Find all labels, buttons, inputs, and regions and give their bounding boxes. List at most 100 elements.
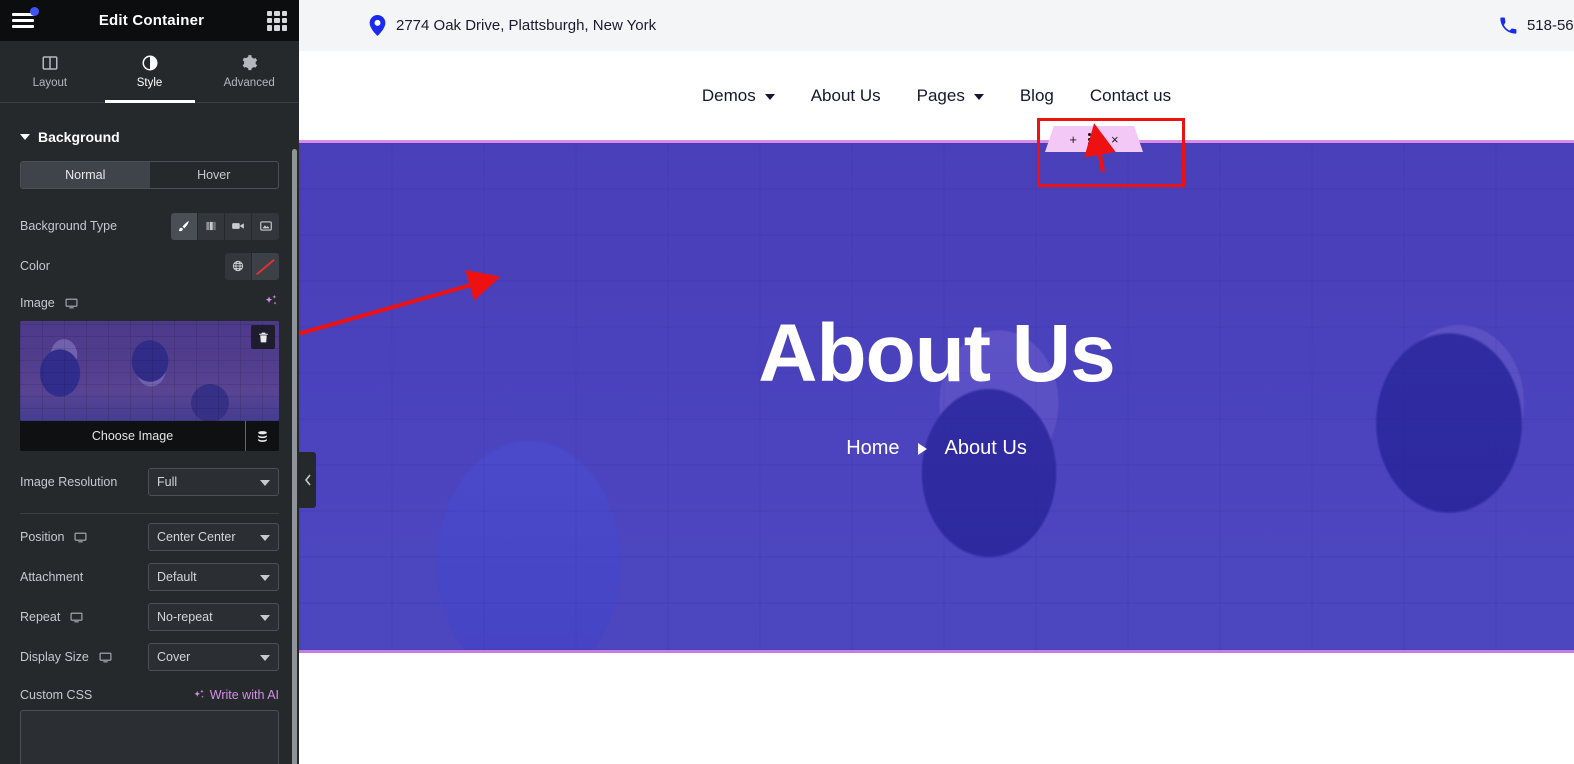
position-label-wrap: Position xyxy=(20,530,87,544)
divider xyxy=(20,513,279,514)
tab-advanced-label: Advanced xyxy=(223,77,275,89)
breadcrumb: Home About Us xyxy=(846,437,1027,460)
brush-icon xyxy=(178,221,189,232)
style-contrast-icon xyxy=(142,55,157,71)
ai-sparkle-icon[interactable] xyxy=(263,293,279,314)
image-resolution-row: Image Resolution Full xyxy=(20,465,279,499)
display-size-label: Display Size xyxy=(20,650,89,664)
background-type-slideshow-button[interactable] xyxy=(252,212,279,240)
write-with-ai-button[interactable]: Write with AI xyxy=(192,688,279,702)
tab-style[interactable]: Style xyxy=(100,41,200,102)
website-preview-canvas: 2774 Oak Drive, Plattsburgh, New York 51… xyxy=(299,0,1574,764)
nav-label-demos: Demos xyxy=(701,85,756,105)
media-stack-icon[interactable] xyxy=(245,421,279,451)
toggle-normal[interactable]: Normal xyxy=(21,162,150,188)
elementor-editor-panel: Edit Container Layout Style Advanced Bac… xyxy=(0,0,299,764)
caret-down-icon xyxy=(20,134,30,140)
phone-block[interactable]: 518-564 xyxy=(1499,17,1574,35)
nav-item-demos[interactable]: Demos xyxy=(702,86,775,106)
hero-title: About Us xyxy=(758,308,1115,399)
desktop-icon[interactable] xyxy=(65,298,78,309)
nav-label-pages: Pages xyxy=(916,85,965,105)
chevron-left-icon xyxy=(304,474,311,486)
site-topbar: 2774 Oak Drive, Plattsburgh, New York 51… xyxy=(299,0,1574,51)
normal-hover-toggle: Normal Hover xyxy=(20,161,279,189)
drag-handle-dots-icon[interactable] xyxy=(1088,133,1100,145)
panel-body: Background Normal Hover Background Type xyxy=(0,103,299,764)
desktop-icon[interactable] xyxy=(99,652,112,663)
desktop-icon[interactable] xyxy=(70,612,83,623)
background-image-preview[interactable] xyxy=(20,321,279,421)
hero-content: About Us Home About Us xyxy=(299,143,1574,650)
color-swatch-none[interactable] xyxy=(252,252,279,280)
background-type-label: Background Type xyxy=(20,219,118,233)
chevron-down-icon xyxy=(260,655,270,661)
drag-dots-glyph xyxy=(1088,133,1100,145)
image-label-wrap: Image xyxy=(20,296,78,310)
chevron-down-icon xyxy=(973,94,984,100)
address-text: 2774 Oak Drive, Plattsburgh, New York xyxy=(396,17,657,34)
background-section-header[interactable]: Background xyxy=(20,103,279,161)
position-row: Position Center Center xyxy=(20,520,279,554)
phone-text: 518-564 xyxy=(1526,17,1574,34)
tab-layout[interactable]: Layout xyxy=(0,41,100,102)
position-select[interactable]: Center Center xyxy=(148,523,279,551)
position-label: Position xyxy=(20,530,65,544)
trash-glyph xyxy=(258,332,268,342)
repeat-select[interactable]: No-repeat xyxy=(148,603,279,631)
background-type-buttons xyxy=(171,212,279,240)
breadcrumb-home[interactable]: Home xyxy=(846,437,899,460)
address-block: 2774 Oak Drive, Plattsburgh, New York xyxy=(369,15,656,36)
custom-css-textarea[interactable] xyxy=(20,710,279,764)
choose-image-button[interactable]: Choose Image xyxy=(20,429,245,443)
background-section-label: Background xyxy=(38,129,120,145)
chevron-down-icon xyxy=(260,575,270,581)
nav-item-contact-us[interactable]: Contact us xyxy=(1090,86,1171,106)
display-size-label-wrap: Display Size xyxy=(20,650,112,664)
chevron-down-icon xyxy=(764,94,775,100)
background-type-row: Background Type xyxy=(20,209,279,243)
image-row: Image xyxy=(20,289,279,317)
position-value: Center Center xyxy=(157,530,236,544)
nav-item-pages[interactable]: Pages xyxy=(917,86,984,106)
site-navbar: Demos About Us Pages Blog Contact us xyxy=(299,51,1574,140)
ai-sparkle-icon xyxy=(194,689,204,699)
globe-icon[interactable] xyxy=(225,252,252,280)
add-container-button[interactable]: + xyxy=(1069,133,1077,146)
nav-item-blog[interactable]: Blog xyxy=(1020,86,1054,106)
desktop-icon[interactable] xyxy=(74,532,87,543)
widgets-grid-icon[interactable] xyxy=(267,10,287,31)
video-camera-icon xyxy=(232,223,244,229)
panel-collapse-handle[interactable] xyxy=(299,452,316,508)
layout-columns-icon xyxy=(42,56,58,70)
background-type-video-button[interactable] xyxy=(225,212,252,240)
hero-container[interactable]: About Us Home About Us xyxy=(299,140,1574,653)
toggle-hover[interactable]: Hover xyxy=(150,162,279,188)
background-type-classic-button[interactable] xyxy=(171,212,198,240)
image-resolution-select[interactable]: Full xyxy=(148,468,279,496)
tab-advanced[interactable]: Advanced xyxy=(199,41,299,102)
container-edit-toolbar: + × xyxy=(1045,126,1143,152)
hamburger-menu-icon[interactable] xyxy=(12,6,39,30)
attachment-label: Attachment xyxy=(20,570,84,584)
attachment-select[interactable]: Default xyxy=(148,563,279,591)
background-type-gradient-button[interactable] xyxy=(198,212,225,240)
chevron-right-icon xyxy=(917,442,927,455)
display-size-select[interactable]: Cover xyxy=(148,643,279,671)
image-resolution-label: Image Resolution xyxy=(20,475,118,489)
panel-tabs: Layout Style Advanced xyxy=(0,41,299,103)
panel-scrollbar[interactable] xyxy=(292,149,297,764)
attachment-value: Default xyxy=(157,570,197,584)
attachment-row: Attachment Default xyxy=(20,560,279,594)
close-container-button[interactable]: × xyxy=(1111,133,1119,146)
trash-icon[interactable] xyxy=(251,325,275,349)
nav-item-about-us[interactable]: About Us xyxy=(811,86,881,106)
page-title: Edit Container xyxy=(98,12,205,29)
nav-label-blog: Blog xyxy=(1019,85,1054,105)
media-stack-glyph xyxy=(258,430,267,442)
color-label: Color xyxy=(20,259,50,273)
notification-dot xyxy=(30,6,39,16)
breadcrumb-current: About Us xyxy=(944,437,1027,459)
chevron-down-icon xyxy=(260,535,270,541)
color-controls xyxy=(225,252,279,280)
